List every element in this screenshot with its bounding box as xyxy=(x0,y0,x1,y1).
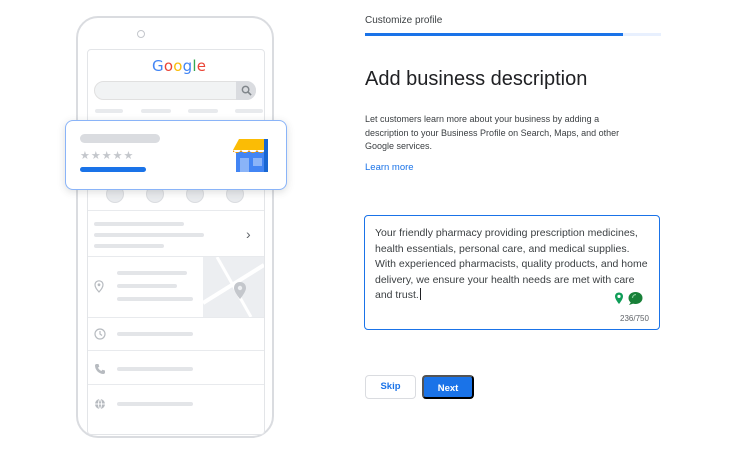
placeholder-line xyxy=(117,297,193,301)
business-name-placeholder xyxy=(80,134,160,143)
location-pin-icon xyxy=(94,280,104,296)
divider xyxy=(88,384,264,385)
logo-letter: g xyxy=(182,57,193,75)
logo-letter: o xyxy=(163,57,174,75)
illustration-tab-line xyxy=(141,109,171,113)
logo-letter: G xyxy=(152,57,164,75)
breadcrumb: Customize profile xyxy=(365,15,443,26)
chat-bubble-icon[interactable] xyxy=(627,291,644,306)
clock-icon xyxy=(94,328,106,343)
globe-icon xyxy=(94,398,106,413)
illustration-search-button xyxy=(236,81,256,100)
character-counter: 236/750 xyxy=(620,314,649,323)
phone-icon xyxy=(94,363,106,378)
illustration-tab-line xyxy=(235,109,263,113)
search-icon xyxy=(241,85,252,96)
logo-letter: o xyxy=(173,57,183,75)
placeholder-line xyxy=(117,271,187,275)
illustration-tab-line xyxy=(188,109,218,113)
skip-button[interactable]: Skip xyxy=(365,375,416,399)
chevron-right-icon: › xyxy=(246,226,251,242)
google-logo: Google xyxy=(152,57,206,75)
phone-screen xyxy=(87,49,265,435)
divider xyxy=(88,317,264,318)
placeholder-line xyxy=(94,222,184,226)
placeholder-line xyxy=(94,233,204,237)
business-highlight-line xyxy=(80,167,146,172)
progress-bar xyxy=(365,33,623,36)
placeholder-line xyxy=(117,367,193,371)
map-thumbnail xyxy=(203,257,264,317)
phone-camera xyxy=(137,30,145,38)
placeholder-line xyxy=(94,244,164,248)
business-description-value: Your friendly pharmacy providing prescri… xyxy=(375,227,648,301)
storefront-icon xyxy=(233,139,268,172)
placeholder-line xyxy=(117,284,177,288)
divider xyxy=(88,210,264,211)
text-caret xyxy=(419,288,421,300)
location-pin-icon[interactable] xyxy=(612,291,626,306)
divider xyxy=(88,350,264,351)
page-title: Add business description xyxy=(365,68,588,90)
rating-stars: ★★★★★ xyxy=(80,150,135,162)
placeholder-line xyxy=(117,402,193,406)
logo-letter: e xyxy=(196,57,207,75)
next-button[interactable]: Next xyxy=(422,375,474,399)
illustration-search-bar xyxy=(94,81,256,100)
page-description: Let customers learn more about your busi… xyxy=(365,114,620,151)
illustration-tab-line xyxy=(95,109,123,113)
placeholder-line xyxy=(117,332,193,336)
learn-more-link[interactable]: Learn more xyxy=(365,162,414,173)
